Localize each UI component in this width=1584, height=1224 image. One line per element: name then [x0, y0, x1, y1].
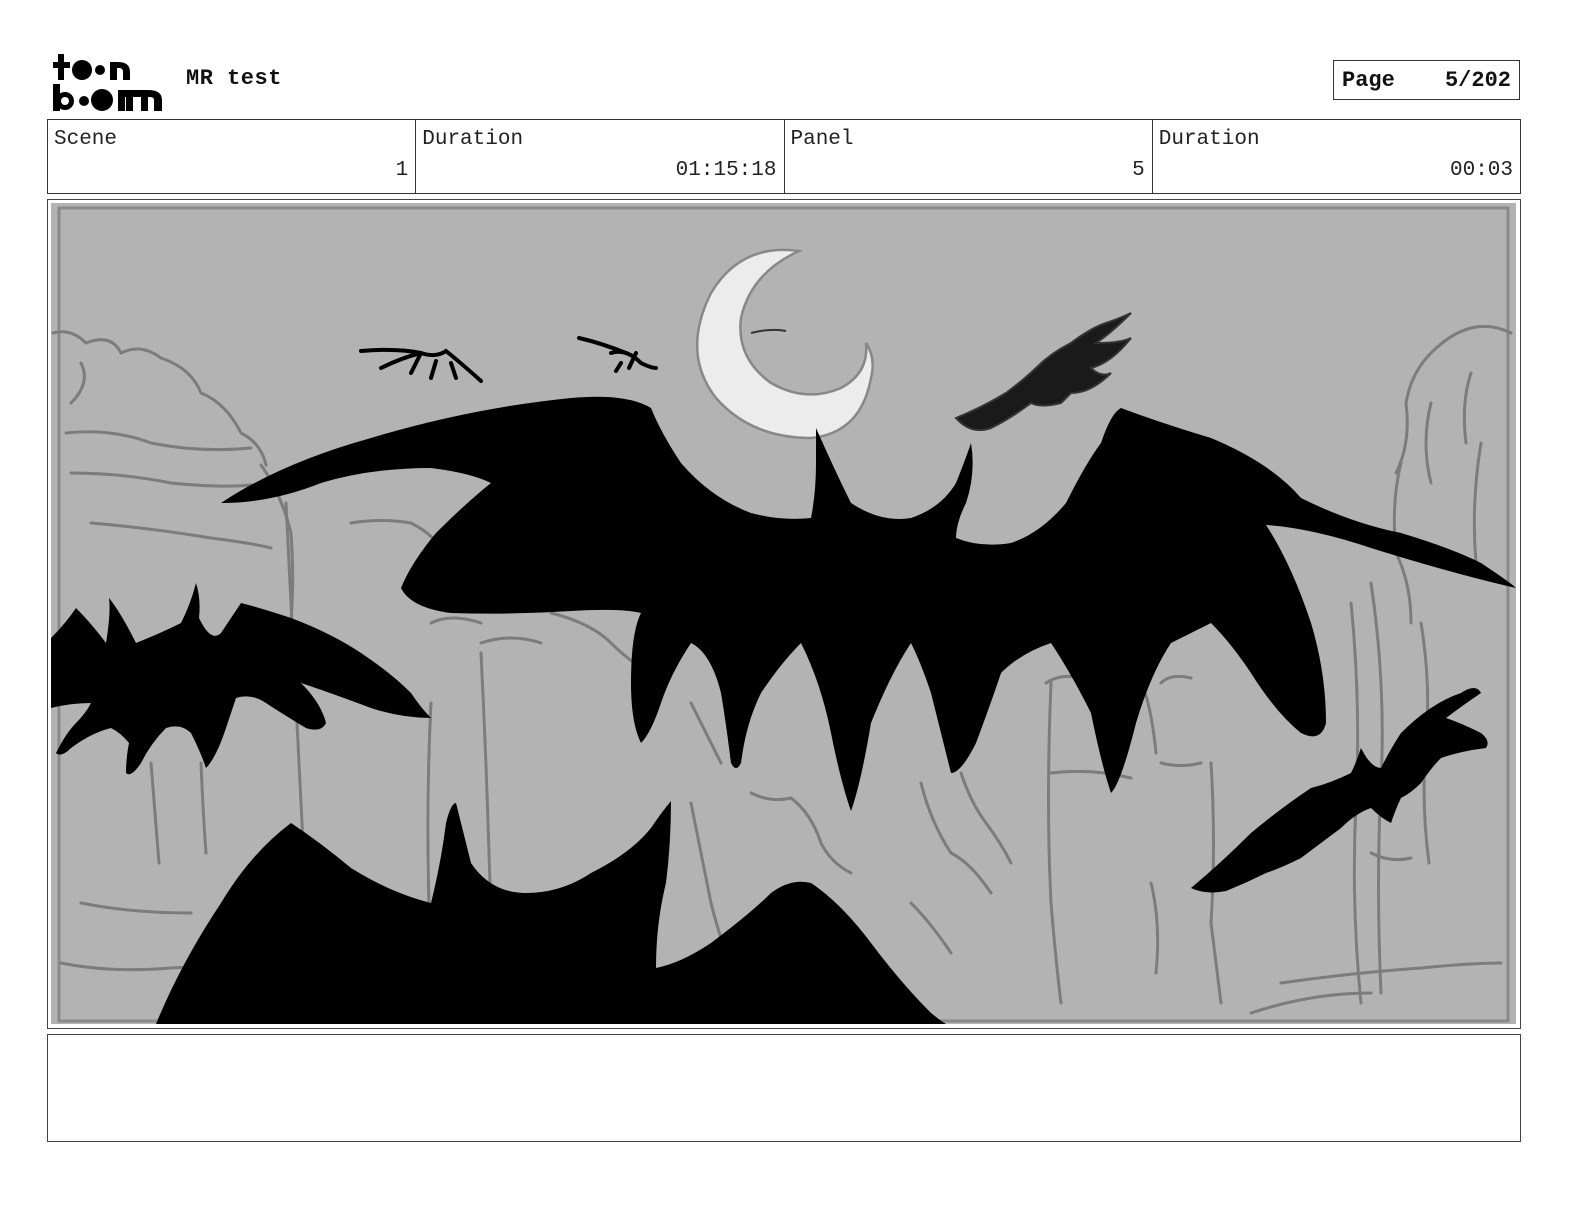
storyboard-sketch-image: [51, 203, 1516, 1024]
page-number: 5/202: [1444, 67, 1511, 93]
scene-label: Scene: [54, 128, 118, 151]
panel-value: 5: [1132, 159, 1145, 182]
panel-notes-box[interactable]: [47, 1034, 1521, 1142]
scene-value: 1: [395, 159, 409, 182]
scene-duration-value: 01:15:18: [675, 159, 777, 182]
scene-duration-cell: Duration 01:15:18: [415, 120, 783, 193]
panel-cell: Panel 5: [783, 120, 1152, 193]
panel-duration-cell: Duration 00:03: [1151, 120, 1520, 193]
scene-duration-label: Duration: [422, 128, 524, 151]
toonboom-logo: [52, 52, 164, 112]
scene-info-table: Scene 1 Duration 01:15:18 Panel 5 Durati…: [47, 119, 1521, 194]
project-title: MR test: [186, 66, 282, 91]
page-label: Page: [1342, 67, 1395, 93]
storyboard-panel: [47, 199, 1521, 1029]
panel-label: Panel: [790, 128, 854, 151]
scene-cell: Scene 1: [48, 120, 415, 193]
panel-duration-value: 00:03: [1449, 159, 1513, 182]
page-indicator: Page 5/202: [1333, 60, 1520, 100]
panel-duration-label: Duration: [1158, 128, 1260, 151]
